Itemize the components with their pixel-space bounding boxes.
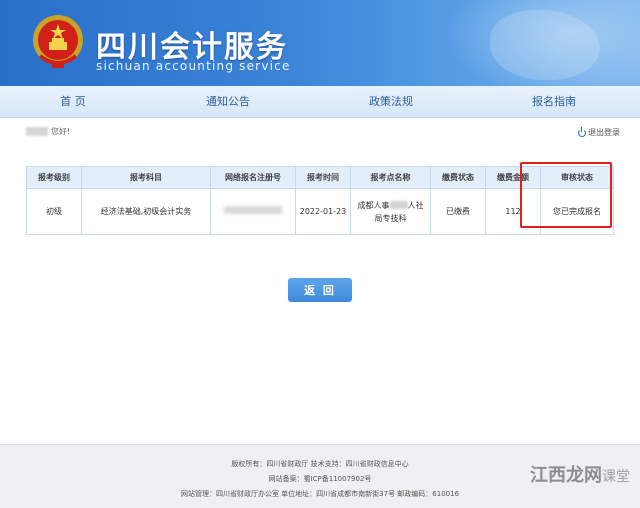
cell-pay-status: 已缴费 [430, 188, 486, 235]
header-amount: 缴费金额 [485, 166, 541, 189]
registration-table: 报考级别 报考科目 网络报名注册号 报考时间 报考点名称 缴费状态 缴费金额 审… [26, 166, 614, 235]
cell-review-status: 您已完成报名 [540, 188, 614, 235]
nav-item-guide[interactable]: 报名指南 [509, 86, 599, 118]
user-bar: 您好! 退出登录 [26, 126, 620, 144]
watermark-text: 江西龙网 [530, 465, 602, 486]
header-date: 报考时间 [295, 166, 351, 189]
cell-subjects: 经济法基础,初级会计实务 [81, 188, 211, 235]
table-header-row: 报考级别 报考科目 网络报名注册号 报考时间 报考点名称 缴费状态 缴费金额 审… [26, 166, 614, 189]
cell-site: 成都人事 人社 局专技科 [350, 188, 431, 235]
nav-item-home[interactable]: 首 页 [28, 86, 118, 118]
cell-date: 2022-01-23 [295, 188, 351, 235]
logout-link[interactable]: 退出登录 [578, 126, 620, 138]
username-redacted [26, 127, 48, 136]
national-emblem-icon [33, 15, 83, 68]
power-icon [578, 126, 586, 137]
nav-item-policies[interactable]: 政策法规 [346, 86, 436, 118]
greeting-text: 您好! [51, 127, 71, 136]
footer-address: 网站管理：四川省财政厅办公室 单位地址：四川省成都市南新街37号 邮政编码：61… [180, 490, 460, 498]
cell-level: 初级 [26, 188, 82, 235]
watermark: 江西龙网课堂 [530, 461, 630, 487]
site-subtitle: sichuan accounting service [96, 59, 291, 73]
site-name-part2: 人社 [407, 200, 424, 210]
site-name-redacted [389, 201, 408, 209]
site-name-part1: 成都人事 [357, 200, 390, 210]
logout-label: 退出登录 [588, 128, 620, 137]
main-nav: 首 页 通知公告 政策法规 报名指南 [0, 86, 640, 118]
header-review-status: 审核状态 [540, 166, 614, 189]
nav-item-notices[interactable]: 通知公告 [183, 86, 273, 118]
register-no-redacted [224, 206, 282, 214]
back-button[interactable]: 返 回 [288, 278, 352, 302]
header-banner: 四川会计服务 sichuan accounting service [0, 0, 640, 86]
header-subjects: 报考科目 [81, 166, 211, 189]
watermark-suffix: 课堂 [602, 469, 630, 485]
header-register-no: 网络报名注册号 [210, 166, 296, 189]
cell-amount: 112 [485, 188, 541, 235]
cell-register-no [210, 188, 296, 235]
header-site: 报考点名称 [350, 166, 431, 189]
header-pay-status: 缴费状态 [430, 166, 486, 189]
site-name-part3: 局专技科 [374, 213, 407, 223]
table-row: 初级 经济法基础,初级会计实务 2022-01-23 成都人事 人社 局专技科 已… [26, 188, 614, 235]
header-level: 报考级别 [26, 166, 82, 189]
